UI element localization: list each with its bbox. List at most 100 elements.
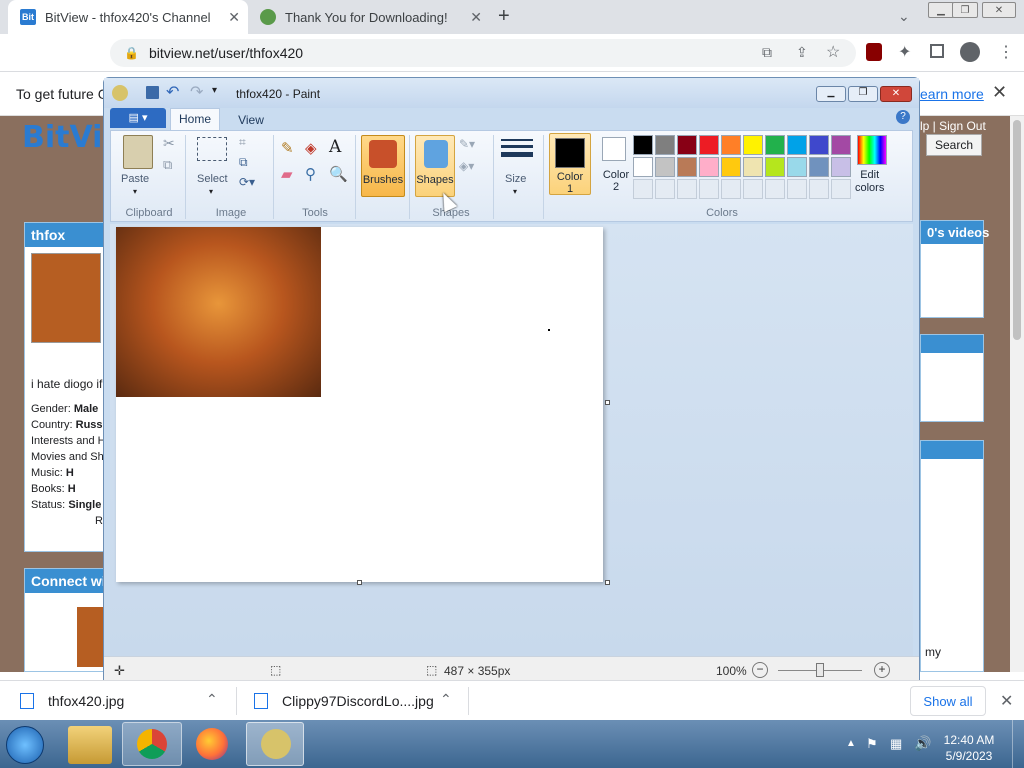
palette-swatch[interactable] (699, 135, 719, 155)
tab-home[interactable]: Home (170, 108, 220, 130)
size-dropdown-icon[interactable]: ▾ (513, 187, 517, 196)
palette-swatch[interactable] (677, 135, 697, 155)
zoom-slider-thumb[interactable] (816, 663, 824, 677)
zoom-in-icon[interactable]: + (874, 662, 890, 678)
drawing-canvas[interactable] (116, 227, 603, 582)
outline-icon[interactable]: ✎▾ (459, 137, 475, 151)
ublock-icon[interactable] (866, 43, 882, 61)
eraser-icon[interactable]: ▰ (281, 165, 293, 183)
palette-swatch[interactable] (699, 157, 719, 177)
save-icon[interactable] (146, 86, 159, 99)
profile-avatar[interactable] (960, 42, 980, 62)
learn-more-link[interactable]: earn more (920, 86, 984, 102)
select-dropdown-icon[interactable]: ▾ (209, 187, 213, 196)
chrome-taskbar-button[interactable] (122, 722, 182, 766)
palette-swatch[interactable] (831, 135, 851, 155)
clock[interactable]: 12:40 AM 5/9/2023 (940, 732, 998, 764)
custom-color-slot[interactable] (831, 179, 851, 199)
custom-color-slot[interactable] (677, 179, 697, 199)
paste-button[interactable]: Paste (121, 173, 149, 185)
color1-button[interactable]: Color 1 (549, 133, 591, 195)
search-button[interactable]: Search (926, 134, 982, 156)
menu-icon[interactable]: ⋮ (998, 42, 1014, 62)
bookmark-star-icon[interactable]: ☆ (826, 42, 840, 62)
firefox-icon[interactable] (196, 728, 228, 760)
palette-swatch[interactable] (633, 135, 653, 155)
zoom-out-icon[interactable]: − (752, 662, 768, 678)
edit-colors-button[interactable]: Edit colors (855, 169, 884, 195)
show-desktop-button[interactable] (1012, 720, 1024, 768)
minimize-icon[interactable]: ▁ (928, 2, 954, 18)
tab-search-chevron-icon[interactable]: ⌄ (898, 8, 910, 25)
crop-icon[interactable]: ⌗ (239, 135, 246, 150)
copy-icon[interactable]: ⧉ (163, 157, 172, 173)
palette-swatch[interactable] (633, 157, 653, 177)
show-hidden-icons-icon[interactable]: ▲ (846, 738, 856, 749)
page-scrollbar[interactable] (1010, 116, 1024, 672)
fill-shape-icon[interactable]: ◈▾ (459, 159, 474, 173)
close-tab-icon[interactable]: ✕ (470, 9, 482, 26)
palette-swatch[interactable] (721, 157, 741, 177)
scrollbar-thumb[interactable] (1013, 120, 1021, 340)
tab-bitview[interactable]: Bit BitView - thfox420's Channel ✕ (8, 0, 248, 34)
start-button-icon[interactable] (6, 726, 44, 764)
select-icon[interactable] (197, 137, 227, 161)
palette-swatch[interactable] (677, 157, 697, 177)
extensions-icon[interactable]: ✦ (898, 42, 911, 62)
palette-swatch[interactable] (655, 157, 675, 177)
text-tool-icon[interactable]: A (329, 137, 341, 157)
resize-handle-corner[interactable] (605, 580, 610, 585)
custom-color-slot[interactable] (655, 179, 675, 199)
download-item-1[interactable]: thfox420.jpg (48, 693, 124, 709)
undo-icon[interactable]: ↶ (166, 82, 179, 102)
size-icon[interactable] (501, 139, 533, 157)
paint-minimize-icon[interactable]: ▁ (816, 86, 846, 102)
custom-color-slot[interactable] (743, 179, 763, 199)
download-item-2[interactable]: Clippy97DiscordLo....jpg (282, 693, 434, 709)
custom-color-slot[interactable] (809, 179, 829, 199)
palette-swatch[interactable] (809, 135, 829, 155)
select-button[interactable]: Select (197, 173, 228, 185)
palette-swatch[interactable] (721, 135, 741, 155)
paint-file-menu-icon[interactable]: ▤ ▾ (110, 108, 166, 128)
app-install-icon[interactable]: ⧉ (762, 44, 772, 61)
custom-color-slot[interactable] (765, 179, 785, 199)
paste-dropdown-icon[interactable]: ▾ (133, 187, 137, 196)
tab-thank-you[interactable]: Thank You for Downloading! ✕ (250, 0, 490, 34)
paint-close-icon[interactable]: ✕ (880, 86, 912, 102)
volume-icon[interactable]: 🔊 (914, 735, 931, 752)
palette-swatch[interactable] (831, 157, 851, 177)
rotate-icon[interactable]: ⟳▾ (239, 175, 255, 189)
paint-maximize-icon[interactable]: ❐ (848, 86, 878, 102)
help-signout-links[interactable]: lp | Sign Out (920, 119, 986, 133)
action-center-icon[interactable]: ⚑ (866, 736, 878, 752)
color-picker-icon[interactable]: ⚲ (305, 165, 316, 183)
close-window-icon[interactable]: ✕ (982, 2, 1016, 18)
palette-swatch[interactable] (743, 135, 763, 155)
custom-color-slot[interactable] (699, 179, 719, 199)
network-icon[interactable]: ▦ (890, 736, 902, 752)
download-chevron-icon[interactable]: ⌃ (440, 691, 452, 708)
custom-color-slot[interactable] (787, 179, 807, 199)
custom-color-slot[interactable] (721, 179, 741, 199)
redo-icon[interactable]: ↷ (190, 82, 203, 102)
palette-swatch[interactable] (765, 157, 785, 177)
palette-swatch[interactable] (809, 157, 829, 177)
explorer-icon[interactable] (68, 726, 112, 764)
fill-icon[interactable]: ◈ (305, 139, 317, 157)
custom-color-slot[interactable] (633, 179, 653, 199)
resize-handle-bottom[interactable] (357, 580, 362, 585)
shapes-button[interactable]: Shapes (415, 135, 455, 197)
pencil-icon[interactable]: ✎ (281, 139, 294, 157)
tab-view[interactable]: View (226, 110, 276, 130)
close-infobar-icon[interactable]: ✕ (992, 82, 1007, 103)
edit-colors-icon[interactable] (857, 135, 887, 165)
brushes-button[interactable]: Brushes (361, 135, 405, 197)
customize-quick-access-icon[interactable]: ▾ (212, 85, 217, 96)
side-panel-icon[interactable] (930, 44, 944, 58)
share-icon[interactable]: ⇪ (796, 44, 808, 61)
help-icon[interactable]: ? (896, 110, 910, 124)
palette-swatch[interactable] (787, 135, 807, 155)
color2-button[interactable]: Color 2 (595, 133, 637, 195)
show-all-button[interactable]: Show all (910, 686, 986, 716)
